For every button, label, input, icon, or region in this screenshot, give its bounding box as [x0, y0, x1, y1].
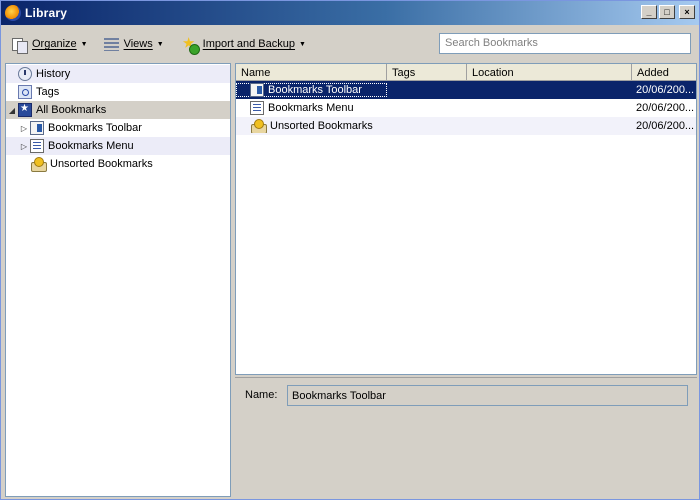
row-name-cell: Bookmarks Toolbar — [236, 83, 387, 97]
row-name: Unsorted Bookmarks — [270, 120, 373, 132]
sidebar-item-label: All Bookmarks — [36, 104, 107, 116]
collapsed-triangle-icon[interactable]: ▷ — [18, 124, 30, 133]
column-headers: Name Tags Location Added — [236, 64, 696, 81]
row-name-cell: Bookmarks Menu — [236, 101, 387, 115]
firefox-icon — [5, 5, 21, 21]
sidebar-item-label: Bookmarks Menu — [48, 140, 134, 152]
column-header-added[interactable]: Added — [632, 64, 696, 81]
name-field[interactable] — [287, 385, 688, 406]
title-bar[interactable]: Library _ □ × — [1, 1, 699, 25]
sidebar-item-bookmarks-toolbar[interactable]: ▷ Bookmarks Toolbar — [6, 119, 230, 137]
sidebar-item-label: History — [36, 68, 71, 80]
toolbar: Organize ▼ Views ▼ Import and Backup ▼ — [1, 25, 699, 63]
places-tree[interactable]: History Tags ◢ All Bookmarks ▷ Bookmarks… — [5, 63, 231, 497]
views-icon — [103, 37, 119, 51]
bookmarks-menu-icon — [30, 139, 44, 153]
bookmarks-list[interactable]: Name Tags Location Added Bookmarks Toolb… — [235, 63, 697, 375]
column-header-tags[interactable]: Tags — [387, 64, 467, 81]
name-label: Name: — [245, 389, 278, 401]
library-window: Library _ □ × Organize ▼ Views ▼ Import … — [0, 0, 700, 500]
window-title: Library — [25, 6, 68, 20]
import-backup-button[interactable]: Import and Backup ▼ — [174, 32, 312, 56]
dropdown-arrow-icon: ▼ — [299, 40, 306, 48]
details-pane: Name: — [235, 377, 697, 497]
collapsed-triangle-icon[interactable]: ▷ — [18, 142, 30, 151]
organize-label: Organize — [32, 38, 77, 50]
window-controls: _ □ × — [641, 5, 695, 19]
sidebar-item-label: Tags — [36, 86, 60, 98]
expanded-triangle-icon[interactable]: ◢ — [6, 106, 18, 115]
row-added: 20/06/200... — [636, 102, 695, 114]
column-header-location[interactable]: Location — [467, 64, 632, 81]
row-added: 20/06/200... — [636, 84, 695, 96]
all-bookmarks-icon — [18, 103, 32, 117]
table-row[interactable]: Bookmarks Toolbar 20/06/200... — [236, 81, 696, 99]
row-added: 20/06/200... — [636, 120, 695, 132]
organize-button[interactable]: Organize ▼ — [5, 32, 94, 56]
row-name-cell: Unsorted Bookmarks — [236, 119, 387, 133]
row-name: Bookmarks Menu — [268, 102, 354, 114]
history-icon — [18, 67, 32, 81]
organize-icon — [11, 36, 28, 54]
sidebar-item-label: Bookmarks Toolbar — [48, 122, 142, 134]
bookmarks-toolbar-icon — [30, 121, 44, 135]
sidebar-item-label: Unsorted Bookmarks — [50, 158, 153, 170]
dropdown-arrow-icon: ▼ — [156, 40, 164, 48]
sidebar-item-unsorted-bookmarks[interactable]: Unsorted Bookmarks — [6, 155, 230, 173]
views-button[interactable]: Views ▼ — [98, 32, 170, 56]
minimize-button[interactable]: _ — [641, 5, 657, 19]
unsorted-bookmarks-icon — [250, 119, 267, 133]
bookmarks-toolbar-icon — [250, 83, 264, 97]
close-button[interactable]: × — [679, 5, 695, 19]
bookmarks-menu-icon — [250, 101, 264, 115]
table-row[interactable]: Bookmarks Menu 20/06/200... — [236, 99, 696, 117]
row-name: Bookmarks Toolbar — [268, 84, 362, 96]
views-label: Views — [123, 38, 153, 50]
search-input[interactable] — [445, 37, 685, 49]
table-row[interactable]: Unsorted Bookmarks 20/06/200... — [236, 117, 696, 135]
sidebar-item-bookmarks-menu[interactable]: ▷ Bookmarks Menu — [6, 137, 230, 155]
sidebar-item-all-bookmarks[interactable]: ◢ All Bookmarks — [6, 101, 230, 119]
column-header-name[interactable]: Name — [236, 64, 387, 81]
sidebar-item-tags[interactable]: Tags — [6, 83, 230, 101]
tags-icon — [18, 85, 32, 99]
unsorted-bookmarks-icon — [30, 157, 47, 172]
sidebar-item-history[interactable]: History — [6, 65, 230, 83]
import-backup-label: Import and Backup — [202, 38, 296, 50]
maximize-button[interactable]: □ — [659, 5, 675, 19]
dropdown-arrow-icon: ▼ — [80, 40, 88, 48]
search-box[interactable] — [439, 33, 691, 54]
import-backup-icon — [180, 35, 200, 55]
